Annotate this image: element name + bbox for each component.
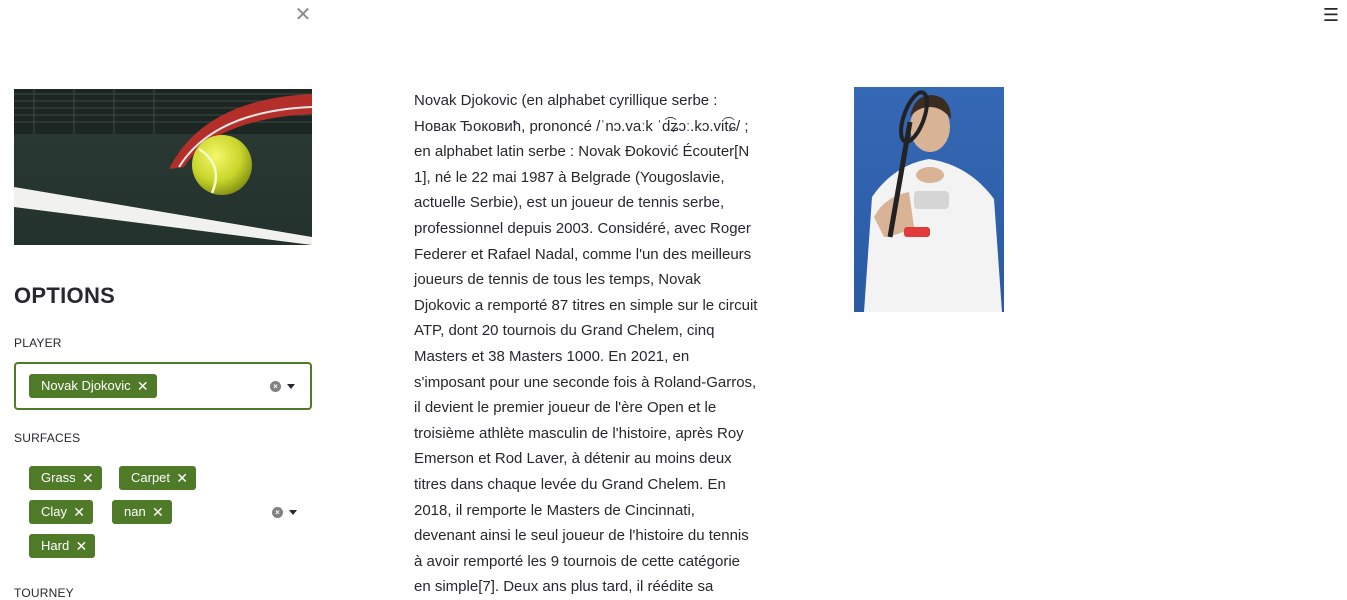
- remove-tag-icon[interactable]: ✕: [137, 374, 149, 398]
- player-photo: [854, 87, 1004, 312]
- surface-tag: Carpet ✕: [119, 466, 197, 490]
- chevron-down-icon[interactable]: [287, 384, 295, 389]
- remove-tag-icon[interactable]: ✕: [75, 534, 87, 558]
- clear-selection-icon[interactable]: ×: [272, 507, 283, 518]
- player-tag-label: Novak Djokovic: [41, 378, 131, 393]
- player-label: PLAYER: [14, 336, 62, 350]
- tourney-label: TOURNEY: [14, 586, 74, 600]
- clear-selection-icon[interactable]: ×: [270, 381, 281, 392]
- surface-tag-label: Grass: [41, 470, 76, 485]
- player-biography: Novak Djokovic (en alphabet cyrillique s…: [414, 92, 758, 596]
- surface-tag: nan ✕: [112, 500, 172, 524]
- remove-tag-icon[interactable]: ✕: [82, 466, 94, 490]
- hamburger-menu-icon[interactable]: ☰: [1322, 6, 1340, 24]
- surface-tag-label: Hard: [41, 538, 70, 553]
- surfaces-multiselect[interactable]: Grass ✕ Carpet ✕ Clay ✕ nan ✕ Hard ✕ ×: [14, 460, 312, 564]
- remove-tag-icon[interactable]: ✕: [176, 466, 188, 490]
- sidebar: OPTIONS PLAYER Novak Djokovic ✕ × SURFAC…: [14, 0, 312, 600]
- surfaces-controls: ×: [272, 505, 302, 521]
- remove-tag-icon[interactable]: ✕: [152, 500, 164, 524]
- remove-tag-icon[interactable]: ✕: [73, 500, 85, 524]
- tennis-racket-ball-image: [14, 89, 312, 245]
- surface-tag: Grass ✕: [29, 466, 102, 490]
- player-multiselect[interactable]: Novak Djokovic ✕ ×: [14, 362, 312, 410]
- player-controls: ×: [270, 379, 300, 395]
- surface-tag: Hard ✕: [29, 534, 96, 558]
- surfaces-label: SURFACES: [14, 431, 81, 445]
- surface-tag-label: Carpet: [131, 470, 171, 485]
- surface-tag-label: nan: [124, 504, 146, 519]
- surface-tag: Clay ✕: [29, 500, 94, 524]
- chevron-down-icon[interactable]: [289, 510, 297, 515]
- surface-tag-label: Clay: [41, 504, 68, 519]
- options-heading: OPTIONS: [14, 283, 116, 308]
- player-tag: Novak Djokovic ✕: [29, 374, 157, 398]
